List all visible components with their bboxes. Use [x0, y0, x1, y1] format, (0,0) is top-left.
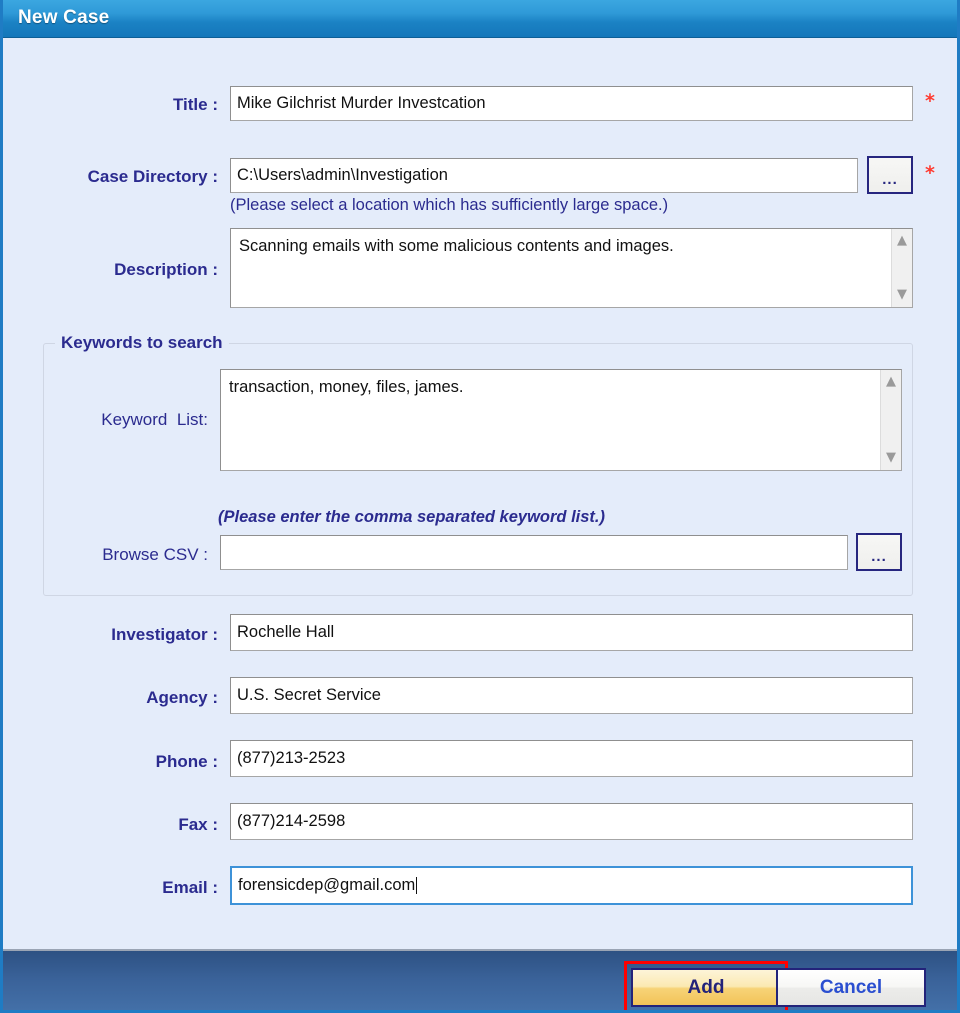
new-case-dialog: New Case Title : Mike Gilchrist Murder I…	[0, 0, 960, 1013]
phone-label: Phone :	[155, 752, 218, 771]
case-directory-input[interactable]: C:\Users\admin\Investigation	[230, 158, 858, 193]
description-textarea[interactable]: Scanning emails with some malicious cont…	[230, 228, 913, 308]
chevron-down-icon[interactable]: ▼	[892, 286, 912, 304]
description-textarea-value: Scanning emails with some malicious cont…	[239, 237, 674, 255]
add-button[interactable]: Add	[631, 968, 781, 1007]
email-input[interactable]: forensicdep@gmail.com	[230, 866, 913, 905]
phone-input[interactable]: (877)213-2523	[230, 740, 913, 777]
title-label: Title :	[172, 95, 218, 114]
case-directory-hint: (Please select a location which has suff…	[230, 196, 669, 214]
title-required-marker: *	[925, 90, 935, 112]
case-directory-required-marker: *	[925, 162, 935, 184]
title-input[interactable]: Mike Gilchrist Murder Investcation	[230, 86, 913, 121]
chevron-down-icon[interactable]: ▼	[881, 449, 901, 467]
investigator-label: Investigator :	[111, 625, 218, 644]
agency-input[interactable]: U.S. Secret Service	[230, 677, 913, 714]
keyword-list-scrollbar[interactable]: ▲ ▼	[880, 370, 901, 470]
description-scrollbar[interactable]: ▲ ▼	[891, 229, 912, 307]
keyword-list-textarea-value: transaction, money, files, james.	[229, 378, 464, 396]
fax-input[interactable]: (877)214-2598	[230, 803, 913, 840]
dialog-footer: Add Cancel	[3, 949, 957, 1010]
browse-csv-button[interactable]: ...	[856, 533, 902, 571]
browse-csv-input[interactable]	[220, 535, 848, 570]
keyword-list-textarea[interactable]: transaction, money, files, james. ▲ ▼	[220, 369, 902, 471]
dialog-title-bar: New Case	[3, 0, 957, 38]
cancel-button[interactable]: Cancel	[776, 968, 926, 1007]
chevron-up-icon[interactable]: ▲	[892, 232, 912, 250]
new-case-form: Title : Mike Gilchrist Murder Investcati…	[3, 38, 957, 949]
browse-csv-label: Browse CSV :	[102, 545, 208, 564]
text-caret	[416, 877, 418, 894]
fax-label: Fax :	[178, 815, 218, 834]
dialog-title: New Case	[18, 7, 110, 28]
description-label: Description :	[114, 260, 218, 279]
investigator-input[interactable]: Rochelle Hall	[230, 614, 913, 651]
email-input-value: forensicdep@gmail.com	[238, 876, 416, 894]
email-label: Email :	[162, 878, 218, 897]
keywords-group-title: Keywords to search	[55, 333, 229, 353]
case-directory-browse-button[interactable]: ...	[867, 156, 913, 194]
keyword-list-label: Keyword List:	[101, 410, 208, 429]
case-directory-label: Case Directory :	[87, 167, 218, 186]
chevron-up-icon[interactable]: ▲	[881, 373, 901, 391]
agency-label: Agency :	[146, 688, 218, 707]
keyword-list-hint: (Please enter the comma separated keywor…	[218, 508, 605, 526]
